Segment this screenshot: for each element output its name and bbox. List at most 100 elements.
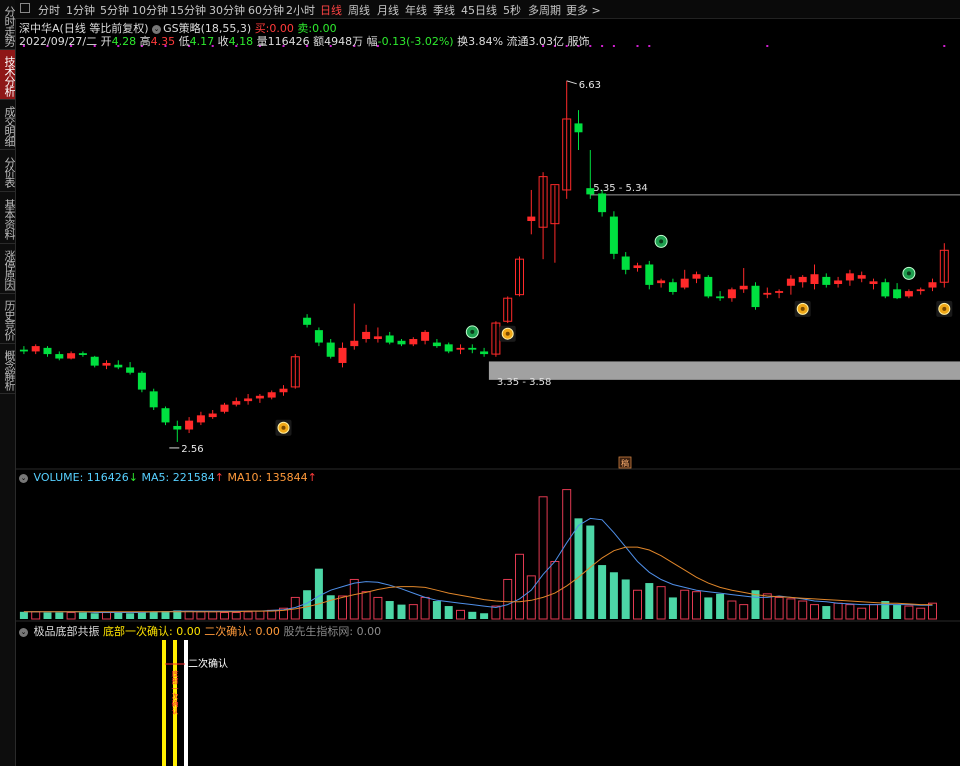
tab-technical-analysis[interactable]: 技术分析 [0,50,16,100]
candle-body[interactable] [220,404,229,412]
candle-body[interactable] [834,280,843,285]
candle-body[interactable] [904,291,913,297]
volume-bar [231,612,241,620]
candle-body[interactable] [727,289,736,299]
candle-body[interactable] [314,330,323,343]
tab-price-table[interactable]: 分价表 [0,150,16,192]
candle-body[interactable] [468,347,477,350]
tab-limit-up-reason[interactable]: 涨停原因 [0,244,16,294]
candle-body[interactable] [928,282,937,288]
candle-body[interactable] [716,296,725,299]
candle-body[interactable] [373,336,382,340]
candle-body[interactable] [255,395,264,399]
candle-body[interactable] [244,398,253,402]
volume-bar [78,612,87,619]
candle-body[interactable] [432,342,441,347]
candle-body[interactable] [574,123,583,133]
candle-body[interactable] [916,289,925,292]
ma5-arrow-icon: ↑ [214,471,224,484]
tab-basic-info[interactable]: 基本资料 [0,192,16,244]
candle-body[interactable] [173,425,182,430]
candle-body[interactable] [326,342,335,357]
candle-body[interactable] [421,331,430,341]
candle-body[interactable] [444,344,453,352]
tab-intraday[interactable]: 分时走势 [0,0,16,50]
candle-body[interactable] [55,354,64,359]
candle-body[interactable] [90,356,99,366]
candle-body[interactable] [480,351,489,355]
side-tab-bar: 分时走势 技术分析 成交明细 分价表 基本资料 涨停原因 历史竞价 概念解析 [0,0,16,766]
candle-body[interactable] [893,289,902,299]
green-pin-core [470,329,475,334]
candle-body[interactable] [527,216,536,222]
candle-body[interactable] [196,415,205,423]
candle-body[interactable] [692,274,701,279]
candle-body[interactable] [362,331,371,340]
volume-label: 量 [256,35,268,48]
candle-body[interactable] [822,276,831,285]
candle-body[interactable] [114,364,123,368]
candle-body[interactable] [67,353,76,359]
candle-body[interactable] [657,280,666,284]
candle-body[interactable] [149,391,158,408]
candle-body[interactable] [409,339,418,345]
candle-body[interactable] [857,275,866,279]
candle-body[interactable] [645,264,654,285]
candle-body[interactable] [786,278,795,286]
candle-body[interactable] [338,347,347,363]
candle-body[interactable] [43,347,52,355]
candle-body[interactable] [845,273,854,281]
candle-body[interactable] [397,340,406,345]
signal-dot [636,45,639,47]
volume-bar [90,613,99,619]
candle-body[interactable] [102,362,111,366]
quote-date: 2022/09/27/二 [19,35,98,48]
volume-bar [114,612,123,619]
candle-body[interactable] [775,291,784,293]
candle-body[interactable] [232,401,241,405]
candle-body[interactable] [350,340,359,347]
candle-body[interactable] [763,292,772,295]
candle-body[interactable] [598,193,607,213]
candle-body[interactable] [456,347,465,350]
candle-body[interactable] [668,282,677,292]
collapse-icon[interactable]: ⌄ [19,473,28,483]
candle-body[interactable] [739,285,748,290]
tab-trade-details[interactable]: 成交明细 [0,100,16,150]
candle-body[interactable] [208,413,217,418]
volume-bar [349,578,359,620]
candle-body[interactable] [137,372,146,390]
candle-body[interactable] [609,216,618,254]
collapse-icon[interactable]: ⌄ [19,627,28,637]
volume-bar [480,613,489,619]
candle-body[interactable] [31,346,40,352]
candle-body[interactable] [680,278,689,288]
volume-bar [704,597,713,619]
candle-body[interactable] [881,282,890,297]
candle-body[interactable] [621,256,630,270]
high-price-label: 6.63 [579,80,601,91]
candle-body[interactable] [161,408,170,423]
tab-history-auction[interactable]: 历史竞价 [0,294,16,344]
candle-body[interactable] [303,317,312,325]
candle-body[interactable] [126,367,135,373]
volume-bar [893,604,902,619]
candle-body[interactable] [633,265,642,269]
ma10-label: MA10: [227,471,263,484]
candle-body[interactable] [267,392,276,398]
candle-body[interactable] [798,276,807,283]
volume-bar [668,597,677,619]
candle-body[interactable] [78,353,87,355]
volume-bar [361,591,371,620]
candle-body[interactable] [869,281,878,285]
sector-name[interactable]: 服饰 [568,35,590,48]
kline-chart[interactable]: 6.63 2.56 5.35 - 5.34 3.35 - 3.58 稿二次确认 底部一次确… [15,0,960,766]
tab-concept-analysis[interactable]: 概念解析 [0,344,16,394]
candle-body[interactable] [385,335,394,343]
candle-body[interactable] [704,276,713,297]
candle-body[interactable] [751,285,760,308]
candle-body[interactable] [279,388,288,393]
candle-body[interactable] [19,349,28,352]
candle-body[interactable] [810,274,819,285]
candle-body[interactable] [185,420,194,430]
